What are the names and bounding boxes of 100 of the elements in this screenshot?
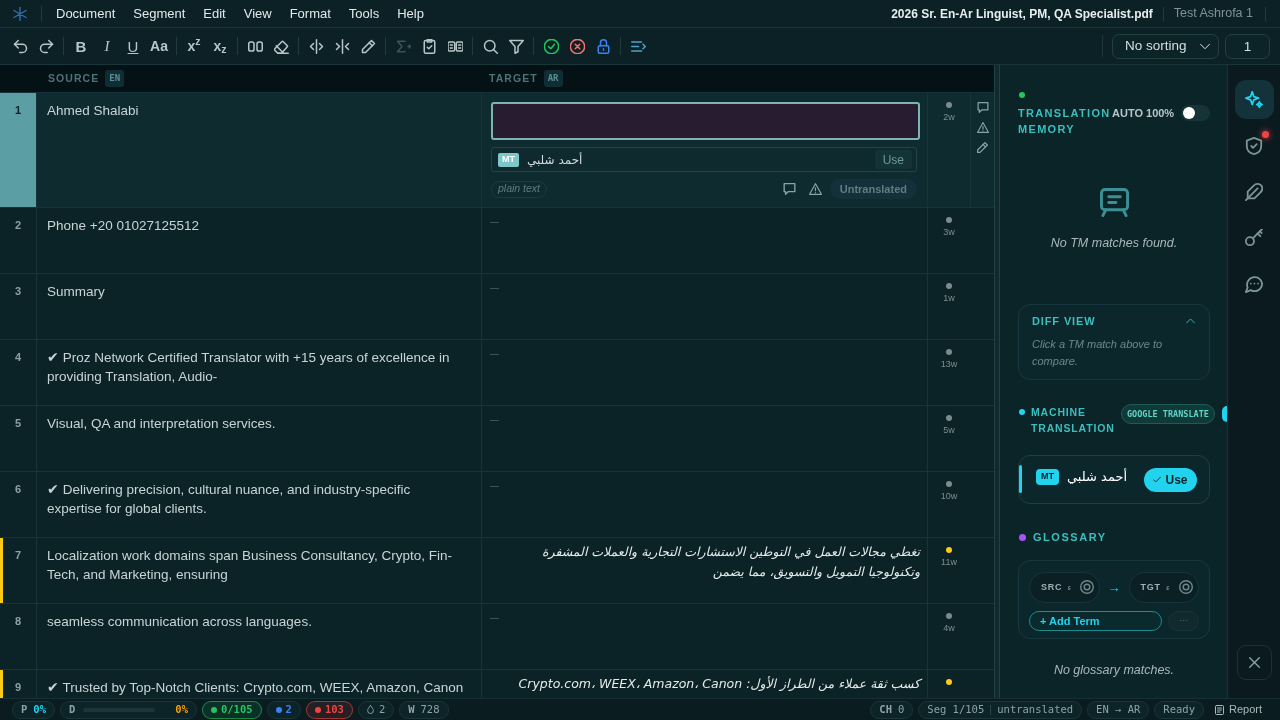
target-input[interactable]: [491, 102, 920, 140]
empty-target-mark: [490, 222, 499, 223]
pencil-icon: [977, 141, 988, 153]
target-icon: [1179, 580, 1193, 595]
comment-icon: [976, 101, 989, 113]
document-title: 2026 Sr. En-Ar Linguist, PM, QA Specialist.pdf: [891, 5, 1153, 23]
asterisk-icon: [13, 6, 27, 21]
section-title: GLOSSARY: [1033, 530, 1107, 546]
user-name: Test Ashrofa 1: [1173, 5, 1253, 23]
edit-button[interactable]: [976, 141, 989, 153]
menu-item[interactable]: Edit: [203, 3, 226, 24]
comment-button[interactable]: [976, 101, 989, 113]
document-icon: [1214, 704, 1224, 715]
segment-number: 1: [14, 103, 22, 118]
field-label: TGT: [1140, 580, 1161, 594]
word-count: 1w: [943, 292, 955, 304]
count-value: 103: [324, 701, 344, 717]
empty-target-mark: [490, 420, 499, 421]
use-button[interactable]: Use: [1144, 467, 1197, 492]
status-label: Untranslated: [829, 179, 917, 199]
segment-row[interactable]: [0, 538, 994, 604]
merge-icon: [334, 38, 350, 54]
toggle-knob-icon: [1222, 406, 1227, 423]
two-panels-icon: [447, 38, 463, 54]
column-header: SOURCE: [48, 70, 100, 86]
chat-bubble-icon: [1245, 274, 1263, 293]
empty-target-mark: [490, 354, 499, 355]
lock-icon: [595, 38, 611, 54]
source-text: ✔ Delivering precision, cultural nuance, and industry-specific expertise for global clients.: [47, 481, 412, 518]
segment-row[interactable]: 8 seamless communication across languages. 4w: [0, 604, 994, 670]
language-badge: AR: [543, 69, 563, 88]
stat-label: W: [408, 701, 415, 717]
ai-assist-button[interactable]: [1234, 80, 1274, 119]
warning-button[interactable]: [976, 121, 989, 133]
word-count: 5w: [943, 424, 955, 436]
source-text: Ahmed Shalabi: [47, 102, 140, 120]
segment-number: 8: [14, 614, 22, 629]
sort-dropdown[interactable]: No sorting: [1112, 33, 1219, 59]
chevron-down-icon: [1200, 42, 1210, 50]
provider-label: GOOGLE TRANSLATE: [1121, 404, 1215, 425]
search-icon: [482, 38, 498, 54]
lines-arrow-icon: [630, 38, 646, 54]
close-button[interactable]: [1236, 645, 1272, 680]
menu-item[interactable]: Tools: [348, 3, 380, 24]
segment-row[interactable]: 6 ✔ Delivering precision, cultural nuance, and industry-specific expertise for global clients. 10w: [0, 472, 994, 538]
menu-item[interactable]: Format: [289, 3, 331, 24]
target-text: تغطي مجالات العمل في التوطين الاستشارات التجارية والعملات المشفرة وتكنولوجيا التمويل والتسويق، مما يضمن: [540, 543, 920, 581]
word-count: 3w: [943, 226, 955, 238]
subscript-button[interactable]: x$_{z}$: [207, 33, 233, 59]
segment-row[interactable]: 3 Summary 1w: [0, 274, 994, 340]
language-badge: EN: [105, 69, 125, 88]
segment-number: 9: [14, 680, 22, 695]
source-text: seamless communication across languages.: [47, 613, 313, 631]
chevron-up-icon: [1186, 318, 1195, 324]
stat-value: 728: [420, 701, 440, 717]
segment-row[interactable]: 4 ✔ Proz Network Certified Translator with +15 years of excellence in providing Translation, Audio- 13w: [0, 340, 994, 406]
source-text: Visual, QA and interpretation services.: [47, 415, 277, 433]
underline-button[interactable]: U: [120, 33, 146, 59]
segment-number: 4: [14, 350, 22, 365]
empty-message: No TM matches found.: [1049, 235, 1179, 252]
segment-row[interactable]: 2 Phone +20 01027125512 3w: [0, 208, 994, 274]
segment-row[interactable]: 5 Visual, QA and interpretation services. 5w: [0, 406, 994, 472]
segment-number: 6: [14, 482, 22, 497]
menu-item[interactable]: Segment: [133, 3, 186, 24]
stat-value: 2: [378, 701, 386, 717]
use-button[interactable]: Use: [874, 150, 912, 169]
add-term-button[interactable]: + Add Term: [1029, 610, 1163, 631]
more-button[interactable]: ···: [1168, 610, 1199, 631]
close-icon: [1248, 657, 1260, 668]
sparkle-icon: [1245, 90, 1263, 109]
case-button[interactable]: Aa: [146, 33, 172, 59]
segment-position: Seg 1/105: [927, 701, 985, 717]
menu-item[interactable]: Help: [397, 3, 424, 24]
clipboard-check-icon: [421, 38, 437, 54]
arrow-label: →: [1107, 578, 1121, 597]
empty-target-mark: [490, 486, 499, 487]
source-text: ✔ Trusted by Top-Notch Clients: Crypto.com, WEEX, Amazon, Canon: [47, 679, 465, 697]
report-link[interactable]: Report: [1208, 700, 1268, 719]
menu-item[interactable]: Document: [56, 3, 116, 24]
page-input[interactable]: 1: [1225, 33, 1270, 59]
empty-target-mark: [490, 288, 499, 289]
sigma-icon: [395, 38, 411, 54]
mt-badge: MT: [498, 152, 519, 167]
word-count: 4w: [943, 622, 955, 634]
bold-button[interactable]: B: [68, 33, 94, 59]
word-count: 2w: [943, 111, 955, 123]
empty-message: No glossary matches.: [1052, 661, 1176, 679]
warning-button[interactable]: [807, 181, 824, 197]
scrollbar[interactable]: [994, 65, 1000, 698]
comment-button[interactable]: [781, 181, 798, 197]
source-text: Summary: [47, 283, 106, 301]
status-stripe: [0, 538, 3, 603]
source-text: ✔ Proz Network Certified Translator with +15 years of excellence in providing Translation, Audio-: [47, 349, 451, 386]
italic-button[interactable]: I: [94, 33, 120, 59]
menu-item[interactable]: View: [243, 3, 272, 24]
diff-view-toggle[interactable]: DIFF VIEW: [1032, 312, 1195, 330]
auto-toggle[interactable]: [1181, 105, 1210, 121]
word-count: 10w: [940, 490, 958, 502]
superscript-button[interactable]: x$^{z}$: [181, 33, 207, 59]
stat-label: CH: [879, 701, 892, 717]
